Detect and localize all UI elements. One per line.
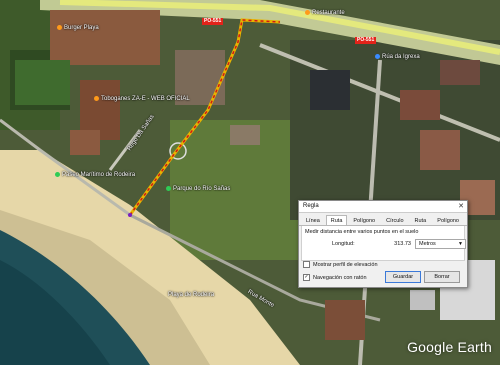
navigation-checkbox[interactable]: ✓: [303, 274, 310, 281]
google-earth-watermark: Google Earth: [407, 339, 492, 355]
pin-icon: [57, 25, 62, 30]
elevation-label: Mostrar perfil de elevación: [313, 261, 378, 268]
tab-panel: Medir distancia entre varios puntos en e…: [301, 226, 466, 261]
close-icon[interactable]: ✕: [458, 202, 464, 210]
unit-select[interactable]: Metros ▼: [415, 239, 466, 249]
tab-polygon[interactable]: Polígono: [348, 215, 380, 225]
dialog-titlebar[interactable]: Regla ✕: [299, 201, 467, 213]
place-label[interactable]: Rúa da Igrexa: [375, 54, 420, 60]
length-value: 313.73: [394, 241, 411, 247]
elevation-profile-option[interactable]: Mostrar perfil de elevación: [303, 261, 378, 268]
pin-icon: [94, 96, 99, 101]
tab-polygon-3d[interactable]: Polígono 3D: [432, 215, 464, 232]
tab-path[interactable]: Ruta: [325, 215, 348, 225]
elevation-checkbox[interactable]: [303, 261, 310, 268]
length-label: Longitud:: [332, 241, 355, 247]
tab-circle[interactable]: Círculo: [381, 215, 408, 225]
map-view[interactable]: PO-551 PO-551 Burger Playa Toboganes ZA-…: [0, 0, 500, 365]
pin-icon: [375, 54, 380, 59]
dialog-title: Regla: [303, 203, 319, 209]
measure-description: Medir distancia entre varios puntos en e…: [305, 229, 419, 235]
tab-path-3d[interactable]: Ruta 3D: [410, 215, 432, 232]
navigation-label: Navegación con ratón: [313, 274, 367, 281]
clear-button[interactable]: Borrar: [424, 271, 460, 283]
place-label[interactable]: Paseo Marítimo de Rodeira: [55, 172, 135, 178]
ruler-dialog: Regla ✕ Línea Ruta Polígono Círculo Ruta…: [298, 200, 468, 288]
pin-icon: [55, 172, 60, 177]
place-label[interactable]: Parque do Río Sañas: [166, 186, 230, 192]
road-shield: PO-551: [202, 18, 224, 25]
place-label: Playa de Rodeira: [168, 292, 215, 298]
save-button[interactable]: Guardar: [385, 271, 421, 283]
place-label[interactable]: Burger Playa: [57, 25, 99, 31]
road-shield: PO-551: [355, 37, 377, 44]
pin-icon: [166, 186, 171, 191]
mouse-navigation-option[interactable]: ✓ Navegación con ratón: [303, 274, 367, 281]
place-label[interactable]: Restaurante: [305, 10, 345, 16]
place-label[interactable]: Toboganes ZA-E - WEB OFICIAL: [94, 96, 190, 102]
chevron-down-icon: ▼: [458, 241, 463, 247]
pin-icon: [305, 10, 310, 15]
tab-line[interactable]: Línea: [301, 215, 325, 225]
unit-select-value: Metros: [419, 241, 436, 247]
tab-bar: Línea Ruta Polígono Círculo Ruta 3D Polí…: [299, 213, 467, 232]
satellite-imagery: [0, 0, 500, 365]
